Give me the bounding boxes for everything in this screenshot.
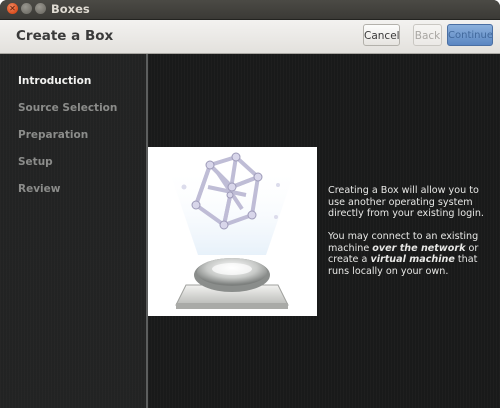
title-bar: ✕ Boxes: [0, 0, 500, 20]
boxes-window: ✕ Boxes Create a Box Cancel Back Continu…: [0, 0, 500, 408]
sidebar-item-source-selection: Source Selection: [18, 102, 118, 114]
close-icon[interactable]: ✕: [7, 3, 18, 14]
sidebar-item-setup: Setup: [18, 156, 53, 168]
cancel-button[interactable]: Cancel: [363, 24, 400, 46]
back-button[interactable]: Back: [413, 24, 442, 46]
intro-paragraph-1: Creating a Box will allow you to use ano…: [328, 185, 484, 219]
box-illustration: [148, 147, 317, 316]
box-illustration-icon: [168, 152, 296, 309]
sidebar-item-introduction: Introduction: [18, 75, 92, 87]
window-title: Boxes: [51, 2, 90, 16]
continue-button[interactable]: Continue: [447, 24, 493, 46]
page-title: Create a Box: [16, 28, 114, 44]
virtual-machine-text: virtual machine: [370, 254, 455, 265]
minimize-icon[interactable]: [21, 3, 32, 14]
over-the-network-text: over the network: [372, 242, 466, 254]
maximize-icon[interactable]: [35, 3, 46, 14]
intro-paragraph-2: You may connect to an existing machine o…: [328, 231, 498, 277]
wizard-header: Create a Box Cancel Back Continue: [0, 20, 500, 54]
sidebar-item-preparation: Preparation: [18, 129, 89, 141]
sidebar-item-review: Review: [18, 183, 61, 195]
